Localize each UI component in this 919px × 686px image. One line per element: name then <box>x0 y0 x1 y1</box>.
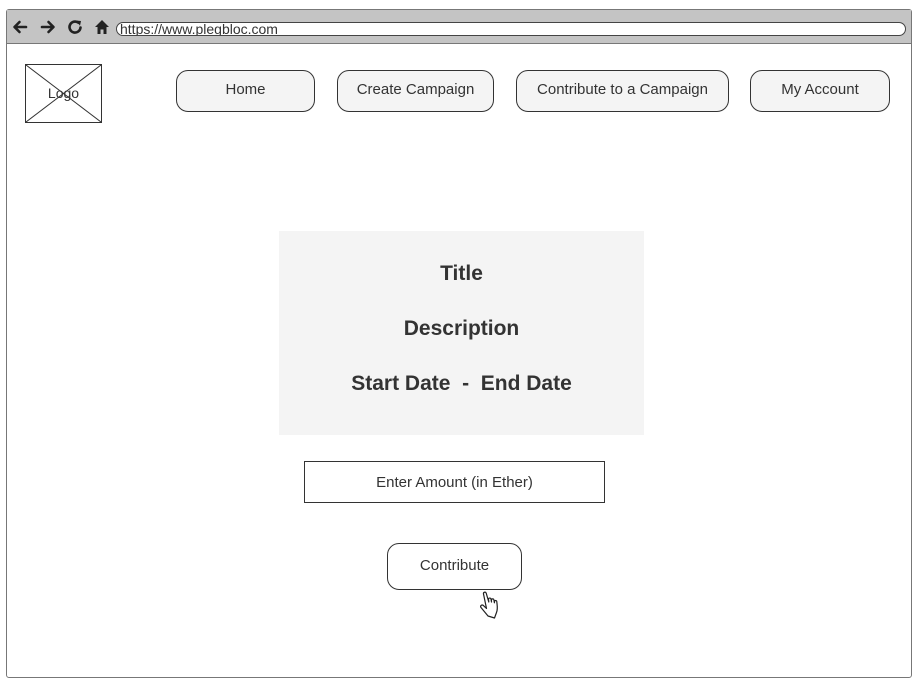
logo-label: Logo <box>47 85 80 101</box>
campaign-description: Description <box>403 317 520 340</box>
campaign-title: Title <box>440 262 483 285</box>
logo: Logo <box>25 64 102 123</box>
url-bar[interactable]: https://www.plegbloc.com <box>116 22 906 36</box>
refresh-icon[interactable] <box>66 18 84 36</box>
browser-toolbar: https://www.plegbloc.com <box>7 10 911 44</box>
nav-create-campaign-button[interactable]: Create Campaign <box>337 70 494 112</box>
back-arrow-icon[interactable] <box>11 18 29 36</box>
forward-arrow-icon[interactable] <box>39 18 57 36</box>
nav-my-account-button[interactable]: My Account <box>750 70 890 112</box>
nav-home-button[interactable]: Home <box>176 70 315 112</box>
browser-window: https://www.plegbloc.com Logo Home Creat… <box>6 9 912 678</box>
nav-contribute-campaign-button[interactable]: Contribute to a Campaign <box>516 70 729 112</box>
campaign-card: Title Description Start Date - End Date <box>279 231 644 435</box>
hand-cursor-icon <box>480 591 498 619</box>
campaign-date-range: Start Date - End Date <box>351 372 572 395</box>
contribute-button[interactable]: Contribute <box>387 543 522 590</box>
amount-input[interactable] <box>304 461 605 503</box>
home-icon[interactable] <box>93 18 111 36</box>
